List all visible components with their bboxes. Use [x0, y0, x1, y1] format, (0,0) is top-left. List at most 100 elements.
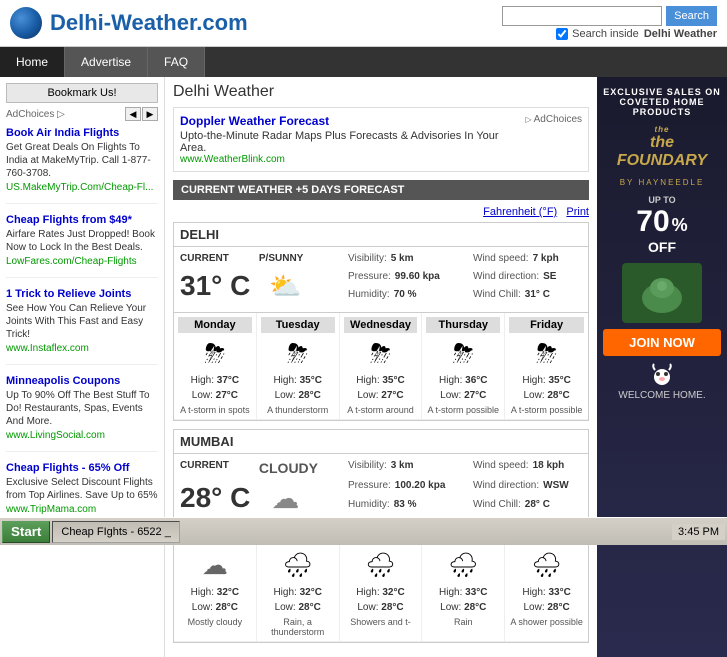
delhi-forecast-desc-4: A t-storm possible	[509, 405, 584, 415]
sidebar-ad-0: Book Air India Flights Get Great Deals O…	[6, 127, 158, 204]
sidebar-ad-0-text: Get Great Deals On Flights To India at M…	[6, 141, 158, 180]
mumbai-condition-label: CLOUDY	[259, 460, 318, 476]
sidebar-ad-2-link[interactable]: www.Instaflex.com	[6, 343, 158, 354]
sidebar-ad-4-title[interactable]: Cheap Flights - 65% Off	[6, 462, 158, 474]
ad-choices-label: AdChoices ▷	[6, 109, 65, 120]
delhi-city-name: DELHI	[174, 223, 588, 247]
sidebar-ad-4-link[interactable]: www.TripMama.com	[6, 504, 158, 515]
delhi-visibility: Visibility: 5 km	[348, 253, 457, 270]
delhi-wind-dir: Wind direction: SE	[473, 271, 582, 288]
taskbar-clock: 3:45 PM	[672, 524, 725, 540]
mumbai-current-weather: CURRENT CLOUDY 28° C Visibility: 3 km	[174, 454, 588, 525]
bookmark-button[interactable]: Bookmark Us!	[6, 83, 158, 103]
rain-icon	[531, 551, 561, 580]
sidebar: Bookmark Us! AdChoices ▷ ◀ ▶ Book Air In…	[0, 77, 165, 657]
delhi-day-name-3: Thursday	[426, 317, 500, 333]
ad-product-image	[622, 263, 702, 323]
sidebar-ad-1: Cheap Flights from $49* Airfare Rates Ju…	[6, 214, 158, 278]
delhi-forecast-desc-2: A t-storm around	[344, 405, 418, 415]
doppler-link[interactable]: Doppler Weather Forecast	[180, 114, 329, 128]
mumbai-current-icon	[260, 478, 310, 518]
mumbai-forecast-temps-3: High: 33°CLow: 28°C	[426, 585, 500, 615]
product-svg	[632, 268, 692, 318]
dog-svg	[647, 362, 677, 387]
fahrenheit-link[interactable]: Fahrenheit (°F)	[483, 206, 557, 218]
ad-percent: %	[672, 215, 688, 236]
mumbai-temp: 28° C	[180, 482, 250, 514]
nav-item-advertise[interactable]: Advertise	[65, 47, 148, 77]
ad-off-text: OFF	[603, 239, 721, 255]
sidebar-ad-3-text: Up To 90% Off The Best Stuff To Do! Rest…	[6, 389, 158, 428]
sidebar-ad-1-link[interactable]: LowFares.com/Cheap-Flights	[6, 256, 158, 267]
mumbai-wind-dir: Wind direction: WSW	[473, 480, 582, 499]
mumbai-forecast-icon-3	[426, 548, 500, 583]
delhi-current-icon	[260, 266, 310, 306]
delhi-forecast-day-1: Tuesday High: 35°CLow: 28°C A thundersto…	[257, 313, 340, 419]
site-title[interactable]: Delhi-Weather.com	[50, 10, 248, 36]
nav-item-home[interactable]: Home	[0, 47, 65, 77]
sidebar-ad-3-link[interactable]: www.LivingSocial.com	[6, 430, 158, 441]
delhi-day-name-2: Wednesday	[344, 317, 418, 333]
globe-icon	[10, 7, 42, 39]
mumbai-forecast-desc-2: Showers and t-	[344, 617, 418, 627]
mumbai-forecast-desc-1: Rain, a thunderstorm	[261, 617, 335, 637]
sidebar-ad-0-link[interactable]: US.MakeMyTrip.Com/Cheap-Fl...	[6, 182, 158, 193]
ad-next-button[interactable]: ▶	[142, 107, 158, 121]
doppler-ad-link[interactable]: www.WeatherBlink.com	[180, 154, 525, 165]
join-now-button[interactable]: JOIN NOW	[603, 329, 721, 356]
delhi-current-details: Visibility: 5 km Wind speed: 7 kph Press…	[348, 253, 582, 306]
delhi-forecast-icon-0	[178, 336, 252, 371]
mumbai-forecast-desc-4: A shower possible	[509, 617, 584, 627]
partly-sunny-icon	[269, 271, 301, 302]
foundary-name: the FOUNDARY	[603, 134, 721, 170]
delhi-wind-chill: Wind Chill: 31° C	[473, 289, 582, 306]
content: Delhi Weather Doppler Weather Forecast U…	[165, 77, 597, 657]
mumbai-current-label-row: CURRENT CLOUDY	[180, 460, 340, 476]
mumbai-forecast-temps-0: High: 32°CLow: 28°C	[178, 585, 252, 615]
mumbai-wind-speed: Wind speed: 18 kph	[473, 460, 582, 479]
delhi-pressure: Pressure: 99.60 kpa	[348, 271, 457, 288]
search-inside-checkbox[interactable]	[556, 28, 568, 40]
print-link[interactable]: Print	[566, 206, 589, 218]
sidebar-ad-1-title[interactable]: Cheap Flights from $49*	[6, 214, 158, 226]
delhi-forecast-desc-1: A thunderstorm	[261, 405, 335, 415]
delhi-forecast-temps-3: High: 36°CLow: 27°C	[426, 373, 500, 403]
delhi-current-label-row: CURRENT P/SUNNY	[180, 253, 340, 264]
mumbai-forecast-icon-4	[509, 548, 584, 583]
ad-choices-right: ▷ AdChoices	[525, 114, 582, 125]
search-box-row: Search	[502, 6, 717, 26]
right-ad[interactable]: EXCLUSIVE SALES ON COVETED HOME PRODUCTS…	[597, 77, 727, 657]
rain-icon	[365, 551, 395, 580]
main-layout: Bookmark Us! AdChoices ▷ ◀ ▶ Book Air In…	[0, 77, 727, 657]
delhi-forecast-icon-3	[426, 336, 500, 371]
delhi-wind-speed: Wind speed: 7 kph	[473, 253, 582, 270]
right-ad-inner: EXCLUSIVE SALES ON COVETED HOME PRODUCTS…	[597, 77, 727, 657]
delhi-condition-label: P/SUNNY	[259, 253, 303, 264]
search-inside-row: Search inside Delhi Weather	[556, 28, 717, 40]
delhi-forecast-row: Monday High: 37°CLow: 27°C A t-storm in …	[174, 313, 588, 420]
ad-choices-text[interactable]: AdChoices	[534, 114, 582, 125]
mumbai-pressure: Pressure: 100.20 kpa	[348, 480, 457, 499]
delhi-temp-row: 31° C	[180, 266, 340, 306]
doppler-ad: Doppler Weather Forecast Upto-the-Minute…	[173, 107, 589, 172]
delhi-forecast-temps-1: High: 35°CLow: 28°C	[261, 373, 335, 403]
taskbar-item-0[interactable]: Cheap FIghts - 6522 _	[52, 521, 179, 543]
delhi-forecast-day-3: Thursday High: 36°CLow: 27°C A t-storm p…	[422, 313, 505, 419]
mumbai-forecast-temps-1: High: 32°CLow: 28°C	[261, 585, 335, 615]
sidebar-ad-2-title[interactable]: 1 Trick to Relieve Joints	[6, 288, 158, 300]
ad-prev-button[interactable]: ◀	[125, 107, 141, 121]
unit-row: Fahrenheit (°F) Print	[173, 206, 589, 218]
sidebar-ad-3-title[interactable]: Minneapolis Coupons	[6, 375, 158, 387]
search-button[interactable]: Search	[666, 6, 717, 26]
delhi-forecast-desc-3: A t-storm possible	[426, 405, 500, 415]
delhi-forecast-day-4: Friday High: 35°CLow: 28°C A t-storm pos…	[505, 313, 588, 419]
mumbai-forecast-icon-0	[178, 548, 252, 583]
search-input[interactable]	[502, 6, 662, 26]
sidebar-ad-0-title[interactable]: Book Air India Flights	[6, 127, 158, 139]
mumbai-current-left: CURRENT CLOUDY 28° C	[180, 460, 340, 518]
doppler-ad-left: Doppler Weather Forecast Upto-the-Minute…	[180, 114, 525, 165]
start-button[interactable]: Start	[2, 521, 50, 543]
mumbai-humidity: Humidity: 83 %	[348, 499, 457, 518]
mumbai-forecast-temps-2: High: 32°CLow: 28°C	[344, 585, 418, 615]
nav-item-faq[interactable]: FAQ	[148, 47, 205, 77]
